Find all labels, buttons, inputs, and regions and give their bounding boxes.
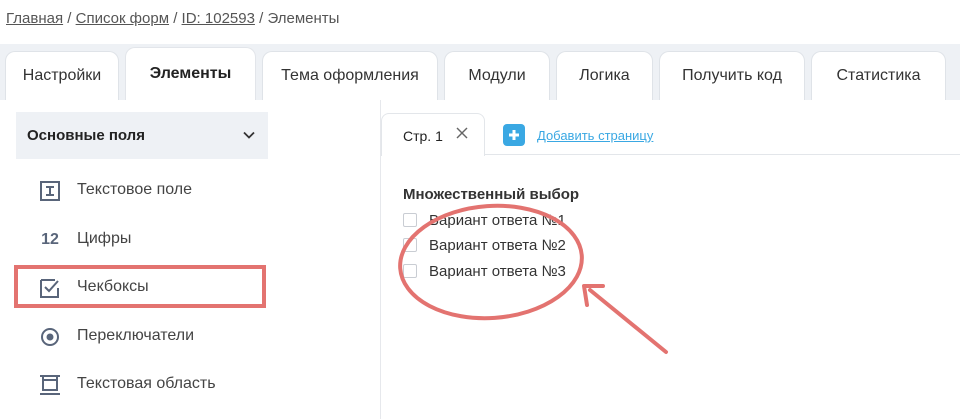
breadcrumb-separator: / bbox=[173, 10, 178, 27]
option-label: Вариант ответа №3 bbox=[429, 262, 566, 280]
tab-label: Логика bbox=[579, 67, 630, 84]
numbers-icon: 12 bbox=[41, 231, 59, 248]
sidebar-item-text-field[interactable]: Текстовое поле bbox=[16, 166, 268, 214]
sidebar-item-label: Текстовое поле bbox=[77, 181, 193, 198]
checkbox[interactable] bbox=[403, 264, 417, 278]
tab-theme[interactable]: Тема оформления bbox=[262, 51, 438, 100]
page-tab-1[interactable]: Стр. 1 bbox=[381, 113, 485, 156]
tab-label: Настройки bbox=[22, 67, 102, 84]
main-tabbar: Настройки Элементы Тема оформления Модул… bbox=[0, 44, 960, 100]
tab-label: Модули bbox=[468, 67, 526, 84]
breadcrumb-current: Элементы bbox=[267, 10, 340, 27]
radio-icon bbox=[38, 325, 62, 349]
tab-settings[interactable]: Настройки bbox=[5, 51, 119, 100]
sidebar-item-textarea[interactable]: Текстовая область bbox=[16, 360, 268, 408]
sidebar-item-label: Текстовая область bbox=[77, 375, 216, 392]
tab-label: Статистика bbox=[836, 67, 921, 84]
text-field-icon bbox=[38, 179, 62, 203]
checkbox-option[interactable]: Вариант ответа №1 bbox=[403, 211, 566, 229]
sidebar-item-label: Переключатели bbox=[77, 327, 195, 344]
checkbox-option[interactable]: Вариант ответа №2 bbox=[403, 236, 566, 254]
textarea-icon bbox=[38, 373, 62, 397]
tab-label: Получить код bbox=[682, 67, 782, 84]
breadcrumb-forms-link[interactable]: Список форм bbox=[76, 10, 169, 27]
chevron-down-icon bbox=[243, 131, 255, 139]
breadcrumb-home-link[interactable]: Главная bbox=[6, 10, 63, 27]
tab-label: Элементы bbox=[149, 65, 232, 82]
breadcrumb-separator: / bbox=[259, 10, 264, 27]
close-icon[interactable] bbox=[454, 125, 470, 141]
checkbox-option[interactable]: Вариант ответа №3 bbox=[403, 262, 566, 280]
checkbox[interactable] bbox=[403, 238, 417, 252]
question-title: Множественный выбор bbox=[403, 186, 580, 203]
checkbox-icon bbox=[38, 276, 62, 300]
section-basic-fields[interactable]: Основные поля bbox=[16, 112, 268, 159]
tab-modules[interactable]: Модули bbox=[444, 51, 550, 100]
annotation-arrow bbox=[582, 284, 668, 354]
section-title: Основные поля bbox=[27, 127, 145, 144]
add-page-label: Добавить страницу bbox=[537, 127, 654, 143]
tab-get-code[interactable]: Получить код bbox=[659, 51, 805, 100]
plus-icon bbox=[503, 124, 525, 146]
tab-label: Тема оформления bbox=[281, 67, 419, 84]
add-page-button[interactable]: Добавить страницу bbox=[503, 124, 654, 146]
sidebar-item-checkboxes[interactable]: Чекбоксы bbox=[16, 263, 268, 311]
checkbox[interactable] bbox=[403, 213, 417, 227]
sidebar-item-label: Цифры bbox=[77, 230, 132, 247]
sidebar-item-numbers[interactable]: 12 Цифры bbox=[16, 215, 268, 263]
sidebar-item-radio[interactable]: Переключатели bbox=[16, 312, 268, 360]
option-label: Вариант ответа №1 bbox=[429, 211, 566, 229]
tab-logic[interactable]: Логика bbox=[556, 51, 653, 100]
tab-elements[interactable]: Элементы bbox=[125, 47, 256, 100]
page-tab-label: Стр. 1 bbox=[403, 128, 443, 144]
breadcrumb: Главная / Список форм / ID: 102593 / Эле… bbox=[6, 10, 339, 27]
tab-statistics[interactable]: Статистика bbox=[811, 51, 946, 100]
sidebar-item-label: Чекбоксы bbox=[77, 278, 149, 295]
breadcrumb-id-link[interactable]: ID: 102593 bbox=[182, 10, 255, 27]
option-label: Вариант ответа №2 bbox=[429, 236, 566, 254]
breadcrumb-separator: / bbox=[67, 10, 72, 27]
